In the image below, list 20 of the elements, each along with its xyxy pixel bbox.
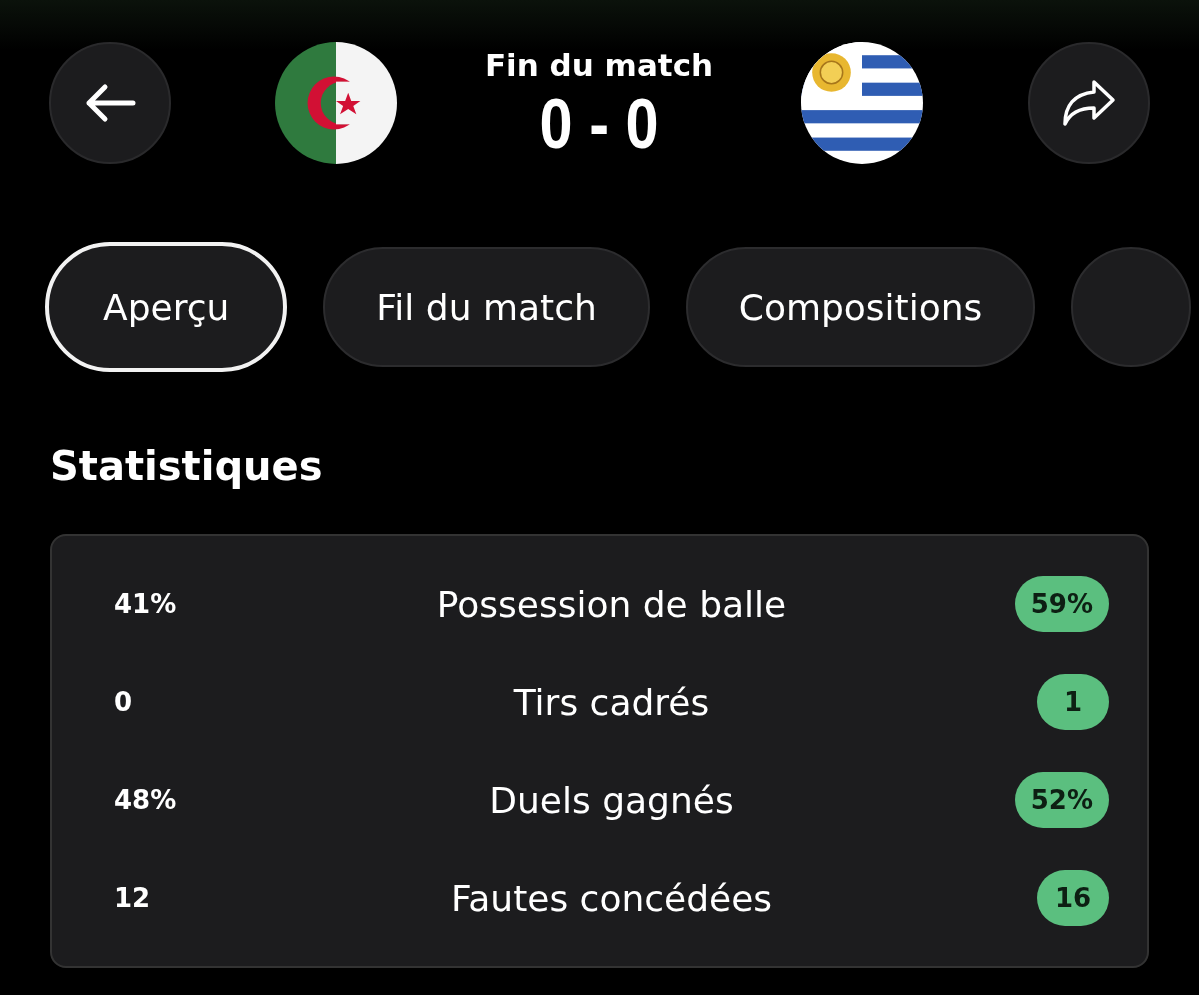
section-title: Statistiques (50, 442, 324, 490)
home-stat-value: 41% (114, 589, 177, 619)
tab[interactable]: Compositions (685, 247, 1036, 367)
stat-label: Duels gagnés (489, 779, 734, 821)
match-status: Fin du match (484, 46, 714, 83)
away-stat-value: 52% (1014, 772, 1109, 828)
tab[interactable]: Fil du match (323, 247, 650, 367)
stat-label: Possession de balle (436, 583, 787, 625)
stat-label: Tirs cadrés (513, 681, 710, 723)
tab[interactable]: Aperçu (45, 242, 288, 372)
home-team-flag-icon (275, 41, 397, 164)
home-stat-value: 0 (114, 687, 133, 717)
away-stat-value: 1 (1037, 674, 1109, 730)
home-stat-value: 12 (114, 883, 151, 913)
away-stat-value: 59% (1014, 576, 1109, 632)
stat-label: Fautes concédées (450, 877, 773, 919)
share-icon (1061, 77, 1117, 128)
home-stat-value: 48% (114, 785, 177, 815)
away-stat-value: 16 (1037, 870, 1109, 926)
match-score: 0 - 0 (539, 88, 659, 159)
